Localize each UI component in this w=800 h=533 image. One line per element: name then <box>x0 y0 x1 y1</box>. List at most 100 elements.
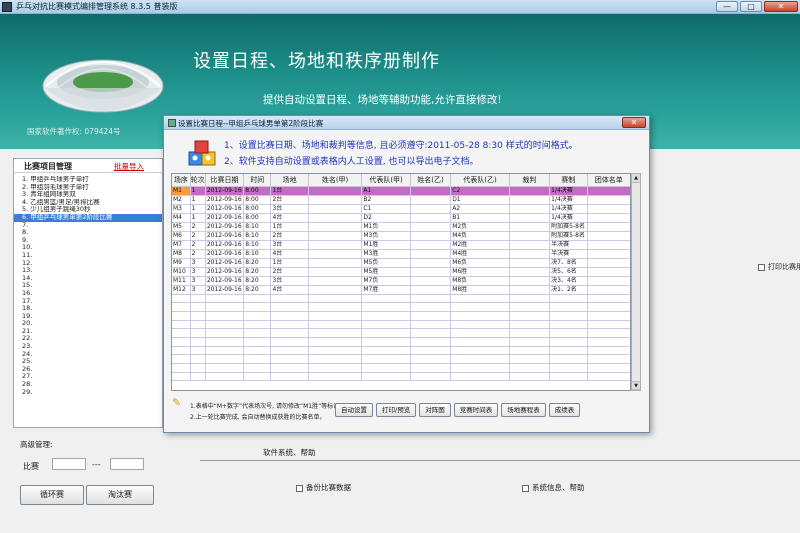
table-cell[interactable] <box>243 363 272 373</box>
table-row[interactable]: M7 2 2012-09-16 8:10 3台 M1胜 M2胜 半决赛 <box>172 240 630 250</box>
table-cell[interactable] <box>410 311 452 321</box>
table-cell[interactable]: 3 <box>190 285 206 295</box>
table-cell[interactable] <box>270 294 309 304</box>
table-cell[interactable] <box>410 186 452 196</box>
dialog-action-button[interactable]: 竞赛时间表 <box>453 403 499 417</box>
table-cell[interactable]: 1 <box>190 195 206 205</box>
table-cell[interactable] <box>190 372 206 382</box>
table-cell[interactable] <box>410 276 452 286</box>
table-cell[interactable] <box>410 320 452 330</box>
table-cell[interactable]: 决5、6名 <box>549 267 588 277</box>
table-cell[interactable]: M5 <box>172 222 191 232</box>
table-cell[interactable] <box>587 204 630 214</box>
event-list-item[interactable]: 3. 青年组网球男双 <box>14 191 162 199</box>
table-cell[interactable]: 3台 <box>270 204 309 214</box>
table-cell[interactable] <box>450 294 510 304</box>
column-header[interactable]: 代表队(甲) <box>361 174 411 187</box>
table-cell[interactable] <box>243 302 272 312</box>
batch-import-link[interactable]: 批量导入 <box>114 161 144 172</box>
table-cell[interactable] <box>587 213 630 223</box>
table-cell[interactable] <box>308 276 363 286</box>
table-cell[interactable] <box>243 320 272 330</box>
table-cell[interactable] <box>549 294 588 304</box>
table-cell[interactable]: 3 <box>190 258 206 268</box>
table-cell[interactable] <box>190 311 206 321</box>
table-row[interactable] <box>172 346 630 356</box>
table-cell[interactable] <box>205 320 245 330</box>
table-cell[interactable] <box>308 328 363 338</box>
table-cell[interactable]: 决1、2名 <box>549 285 588 295</box>
event-list-item[interactable]: 6. 甲组乒乓球男单第2阶段比赛 <box>14 213 162 222</box>
table-cell[interactable] <box>410 346 452 356</box>
table-cell[interactable]: A1 <box>361 186 411 196</box>
table-cell[interactable]: D1 <box>450 195 510 205</box>
table-cell[interactable] <box>410 354 452 364</box>
table-cell[interactable]: 附加赛5-8名 <box>549 222 588 232</box>
table-cell[interactable]: M4胜 <box>450 249 510 259</box>
table-cell[interactable] <box>270 320 309 330</box>
table-cell[interactable] <box>361 320 411 330</box>
table-cell[interactable] <box>410 240 452 250</box>
event-list-item[interactable]: 11. <box>14 252 162 260</box>
table-cell[interactable]: A2 <box>450 204 510 214</box>
event-list-item[interactable]: 26. <box>14 366 162 374</box>
table-cell[interactable]: M5负 <box>361 258 411 268</box>
table-cell[interactable]: 8:10 <box>243 231 272 241</box>
table-cell[interactable] <box>243 337 272 347</box>
table-cell[interactable]: M5胜 <box>361 267 411 277</box>
table-cell[interactable] <box>308 294 363 304</box>
event-list-item[interactable]: 2. 甲组羽毛球男子单打 <box>14 184 162 192</box>
table-cell[interactable]: 3 <box>190 267 206 277</box>
table-cell[interactable] <box>509 231 551 241</box>
table-cell[interactable]: 2台 <box>270 231 309 241</box>
table-cell[interactable] <box>410 328 452 338</box>
table-cell[interactable] <box>270 346 309 356</box>
table-cell[interactable] <box>549 363 588 373</box>
table-row[interactable]: M10 3 2012-09-16 8:20 2台 M5胜 M6胜 决5、6名 <box>172 267 630 277</box>
table-cell[interactable] <box>410 372 452 382</box>
table-cell[interactable]: M8 <box>172 249 191 259</box>
table-cell[interactable] <box>587 346 630 356</box>
event-list-item[interactable]: 24. <box>14 351 162 359</box>
table-cell[interactable] <box>549 328 588 338</box>
table-cell[interactable] <box>450 337 510 347</box>
table-cell[interactable] <box>361 337 411 347</box>
round-robin-button[interactable]: 循环赛 <box>20 485 84 505</box>
table-cell[interactable] <box>190 337 206 347</box>
table-cell[interactable] <box>509 285 551 295</box>
table-cell[interactable] <box>587 267 630 277</box>
minimize-button[interactable]: — <box>716 1 738 12</box>
table-cell[interactable] <box>205 328 245 338</box>
column-header[interactable]: 比赛日期 <box>205 174 245 187</box>
column-header[interactable]: 赛制 <box>549 174 588 187</box>
table-cell[interactable]: 1/4决赛 <box>549 186 588 196</box>
table-row[interactable] <box>172 320 630 330</box>
table-cell[interactable] <box>270 311 309 321</box>
table-cell[interactable]: M3胜 <box>361 249 411 259</box>
table-cell[interactable] <box>410 302 452 312</box>
table-cell[interactable] <box>450 354 510 364</box>
table-cell[interactable] <box>587 240 630 250</box>
table-cell[interactable] <box>205 372 245 382</box>
event-list-item[interactable]: 25. <box>14 358 162 366</box>
table-cell[interactable] <box>243 294 272 304</box>
table-cell[interactable] <box>410 204 452 214</box>
table-cell[interactable]: M6胜 <box>450 267 510 277</box>
table-cell[interactable] <box>549 346 588 356</box>
table-row[interactable] <box>172 294 630 304</box>
table-cell[interactable] <box>190 302 206 312</box>
table-cell[interactable]: 2012-09-16 <box>205 231 245 241</box>
table-cell[interactable] <box>205 294 245 304</box>
table-cell[interactable] <box>450 372 510 382</box>
table-row[interactable]: M2 1 2012-09-16 8:00 2台 B2 D1 1/4决赛 <box>172 195 630 205</box>
table-cell[interactable] <box>190 354 206 364</box>
table-cell[interactable] <box>308 222 363 232</box>
table-cell[interactable]: 1台 <box>270 186 309 196</box>
event-list-item[interactable]: 16. <box>14 290 162 298</box>
checkbox-icon[interactable] <box>758 263 765 271</box>
table-cell[interactable] <box>308 204 363 214</box>
table-cell[interactable]: M8负 <box>450 276 510 286</box>
table-row[interactable]: M8 2 2012-09-16 8:10 4台 M3胜 M4胜 半决赛 <box>172 249 630 259</box>
table-cell[interactable] <box>172 346 191 356</box>
event-list-item[interactable]: 9. <box>14 237 162 245</box>
